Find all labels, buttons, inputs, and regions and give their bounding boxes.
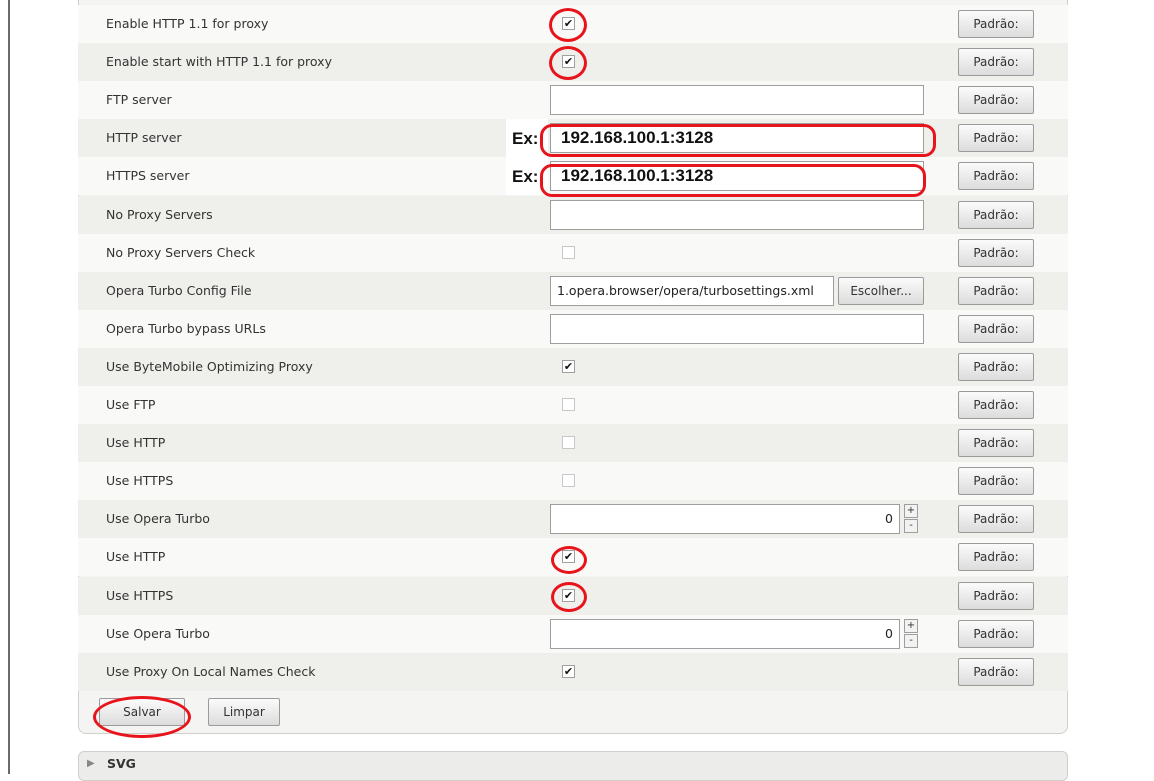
setting-text-input[interactable] — [550, 200, 924, 230]
form-actions: Salvar Limpar — [78, 690, 1068, 734]
reset-default-button[interactable]: Padrão: — [958, 124, 1034, 152]
reset-default-button[interactable]: Padrão: — [958, 162, 1034, 190]
checkmark-icon: ✔ — [563, 55, 574, 68]
file-path-input[interactable]: ‪1.opera.browser/opera/turbosettings.xml — [550, 276, 834, 306]
setting-row: Use Opera Turbo 0 + - Padrão: — [78, 500, 1068, 538]
checkmark-icon: ✔ — [563, 360, 574, 373]
checkmark-icon: ✔ — [563, 17, 574, 30]
section-title: SVG — [107, 756, 136, 771]
reset-default-button[interactable]: Padrão: — [958, 201, 1034, 229]
setting-checkbox[interactable] — [562, 246, 575, 259]
reset-default-button[interactable]: Padrão: — [958, 277, 1034, 305]
setting-checkbox[interactable]: ✔ — [562, 17, 575, 30]
reset-default-button[interactable]: Padrão: — [958, 353, 1034, 381]
setting-checkbox[interactable]: ✔ — [562, 589, 575, 602]
reset-default-button[interactable]: Padrão: — [958, 658, 1034, 686]
setting-text-input[interactable] — [550, 314, 924, 344]
setting-row: HTTPS server Ex: 192.168.100.1:3128 Padrão: — [78, 157, 1068, 195]
setting-label: Use HTTPS — [106, 473, 174, 488]
plus-icon[interactable]: + — [904, 504, 918, 518]
setting-row: Use HTTP Padrão: — [78, 424, 1068, 462]
clear-button[interactable]: Limpar — [208, 698, 280, 726]
setting-checkbox[interactable] — [562, 436, 575, 449]
setting-label: Enable HTTP 1.1 for proxy — [106, 16, 269, 31]
reset-default-button[interactable]: Padrão: — [958, 239, 1034, 267]
save-button[interactable]: Salvar — [99, 698, 185, 726]
reset-default-button[interactable]: Padrão: — [958, 582, 1034, 610]
setting-label: No Proxy Servers — [106, 207, 213, 222]
checkmark-icon: ✔ — [563, 589, 574, 602]
number-input[interactable]: 0 — [550, 504, 900, 534]
setting-text-input[interactable]: 192.168.100.1:3128 — [550, 123, 924, 153]
setting-label: HTTPS server — [106, 168, 190, 183]
setting-checkbox[interactable]: ✔ — [562, 665, 575, 678]
checkmark-icon: ✔ — [563, 550, 574, 563]
setting-checkbox[interactable] — [562, 474, 575, 487]
setting-label: Use Opera Turbo — [106, 626, 210, 641]
setting-row: Opera Turbo bypass URLs Padrão: — [78, 310, 1068, 348]
setting-label: HTTP server — [106, 130, 182, 145]
setting-row: No Proxy Servers Check Padrão: — [78, 234, 1068, 272]
minus-icon[interactable]: - — [904, 519, 918, 533]
reset-default-button[interactable]: Padrão: — [958, 429, 1034, 457]
setting-row: No Proxy Servers Padrão: — [78, 196, 1068, 234]
reset-default-button[interactable]: Padrão: — [958, 620, 1034, 648]
setting-row: Use HTTPS ✔ Padrão: — [78, 577, 1068, 615]
setting-label: Use HTTPS — [106, 588, 174, 603]
setting-row: Enable start with HTTP 1.1 for proxy ✔ Pad… — [78, 43, 1068, 81]
setting-checkbox[interactable]: ✔ — [562, 55, 575, 68]
setting-label: No Proxy Servers Check — [106, 245, 256, 260]
choose-file-button[interactable]: Escolher... — [838, 277, 924, 305]
setting-label: Use ByteMobile Optimizing Proxy — [106, 359, 313, 374]
reset-default-button[interactable]: Padrão: — [958, 391, 1034, 419]
example-label: Ex: — [512, 167, 539, 186]
setting-label: Enable start with HTTP 1.1 for proxy — [106, 54, 332, 69]
reset-default-button[interactable]: Padrão: — [958, 86, 1034, 114]
setting-text-input[interactable] — [550, 85, 924, 115]
setting-row: Use HTTPS Padrão: — [78, 462, 1068, 500]
setting-label: Opera Turbo bypass URLs — [106, 321, 266, 336]
setting-checkbox[interactable]: ✔ — [562, 550, 575, 563]
setting-label: Use Opera Turbo — [106, 511, 210, 526]
reset-default-button[interactable]: Padrão: — [958, 48, 1034, 76]
number-spinner: + - — [904, 619, 924, 649]
minus-icon[interactable]: - — [904, 634, 918, 648]
setting-row: Opera Turbo Config File ‪1.opera.browser/… — [78, 272, 1068, 310]
setting-text-input[interactable]: 192.168.100.1:3128 — [550, 161, 924, 191]
setting-label: Use HTTP — [106, 435, 166, 450]
example-label: Ex: — [512, 129, 539, 148]
setting-label: FTP server — [106, 92, 172, 107]
setting-label: Use Proxy On Local Names Check — [106, 664, 316, 679]
number-spinner: + - — [904, 504, 924, 534]
reset-default-button[interactable]: Padrão: — [958, 543, 1034, 571]
setting-row: Use HTTP ✔ Padrão: — [78, 538, 1068, 576]
checkmark-icon: ✔ — [563, 665, 574, 678]
triangle-right-icon: ▶ — [87, 758, 95, 769]
reset-default-button[interactable]: Padrão: — [958, 467, 1034, 495]
setting-checkbox[interactable]: ✔ — [562, 360, 575, 373]
setting-row: Use Opera Turbo 0 + - Padrão: — [78, 615, 1068, 653]
setting-row: Use ByteMobile Optimizing Proxy ✔ Padrão: — [78, 348, 1068, 386]
reset-default-button[interactable]: Padrão: — [958, 10, 1034, 38]
setting-label: Use FTP — [106, 397, 156, 412]
setting-label: Use HTTP — [106, 549, 166, 564]
reset-default-button[interactable]: Padrão: — [958, 315, 1034, 343]
reset-default-button[interactable]: Padrão: — [958, 505, 1034, 533]
setting-row: HTTP server Ex: 192.168.100.1:3128 Padrão: — [78, 119, 1068, 157]
setting-row: Use FTP Padrão: — [78, 386, 1068, 424]
setting-checkbox[interactable] — [562, 398, 575, 411]
setting-label: Opera Turbo Config File — [106, 283, 252, 298]
left-border — [8, 0, 10, 774]
setting-row: FTP server Padrão: — [78, 81, 1068, 119]
plus-icon[interactable]: + — [904, 619, 918, 633]
number-input[interactable]: 0 — [550, 619, 900, 649]
setting-row: Enable HTTP 1.1 for proxy ✔ Padrão: — [78, 5, 1068, 43]
setting-row: Use Proxy On Local Names Check ✔ Padrão: — [78, 653, 1068, 691]
svg-section-header[interactable]: ▶ SVG — [78, 751, 1068, 781]
